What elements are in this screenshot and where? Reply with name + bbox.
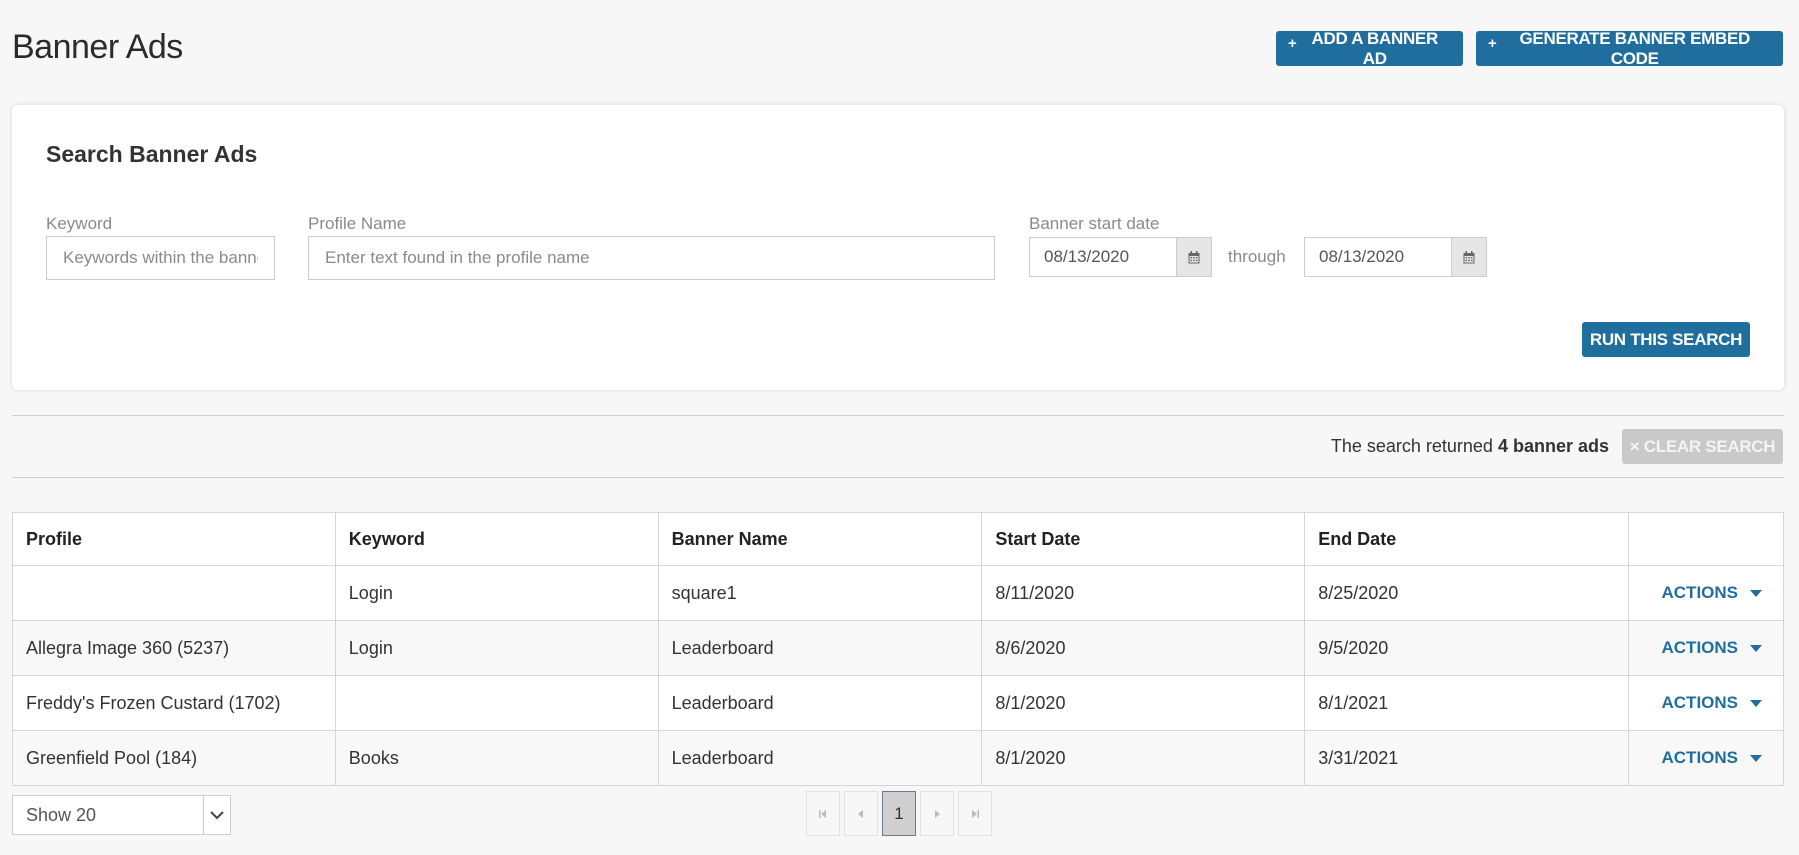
prev-page-button[interactable]	[844, 791, 878, 836]
first-page-button[interactable]	[806, 791, 840, 836]
next-page-icon	[935, 809, 940, 818]
date-to-group	[1304, 237, 1487, 277]
clear-search-button[interactable]: × CLEAR SEARCH	[1622, 429, 1783, 464]
actions-dropdown[interactable]: ACTIONS	[1642, 693, 1770, 713]
actions-label: ACTIONS	[1661, 693, 1739, 712]
keyword-input[interactable]	[46, 236, 275, 280]
divider	[12, 477, 1784, 478]
caret-down-icon	[1750, 754, 1762, 762]
keyword-label: Keyword	[46, 214, 113, 233]
divider	[12, 415, 1784, 416]
through-label: through	[1228, 247, 1286, 266]
start-date-label: Banner start date	[1029, 214, 1160, 233]
cell-banner-name: square1	[657, 565, 983, 621]
cell-start-date: 8/6/2020	[981, 620, 1306, 676]
date-from-group	[1029, 237, 1212, 277]
banner-ads-table: Profile Keyword Banner Name Start Date E…	[12, 512, 1785, 786]
column-header-banner-name[interactable]: Banner Name	[657, 512, 983, 566]
actions-label: ACTIONS	[1661, 583, 1739, 602]
table-header-row: Profile Keyword Banner Name Start Date E…	[12, 512, 1785, 566]
cell-end-date: 3/31/2021	[1304, 730, 1629, 786]
pagination: 1	[806, 791, 996, 836]
result-summary: The search returned 4 banner ads	[1331, 436, 1609, 457]
table-row: Freddy's Frozen Custard (1702) Leaderboa…	[12, 675, 1785, 731]
generate-embed-code-button[interactable]: + GENERATE BANNER EMBED CODE	[1476, 28, 1783, 68]
cell-keyword: Login	[334, 620, 659, 676]
result-count: 4 banner ads	[1497, 436, 1609, 456]
actions-dropdown[interactable]: ACTIONS	[1642, 748, 1770, 768]
cell-banner-name: Leaderboard	[657, 620, 983, 676]
generate-embed-code-label: GENERATE BANNER EMBED CODE	[1519, 28, 1751, 68]
column-header-profile[interactable]: Profile	[12, 512, 336, 566]
calendar-icon[interactable]	[1176, 237, 1212, 277]
cell-banner-name: Leaderboard	[657, 675, 983, 731]
search-card: Search Banner Ads Keyword Profile Name B…	[12, 105, 1784, 390]
calendar-icon[interactable]	[1451, 237, 1487, 277]
column-header-actions	[1627, 512, 1785, 566]
cell-end-date: 8/25/2020	[1304, 565, 1629, 621]
column-header-end-date[interactable]: End Date	[1304, 512, 1629, 566]
clear-search-label: CLEAR SEARCH	[1643, 436, 1776, 456]
cell-start-date: 8/1/2020	[981, 730, 1306, 786]
cell-start-date: 8/11/2020	[981, 565, 1306, 621]
cell-banner-name: Leaderboard	[657, 730, 983, 786]
cell-profile	[12, 565, 336, 621]
cell-keyword: Login	[334, 565, 659, 621]
page-size-select[interactable]: Show 20	[12, 795, 231, 835]
column-header-keyword[interactable]: Keyword	[334, 512, 659, 566]
column-header-start-date[interactable]: Start Date	[981, 512, 1306, 566]
cell-start-date: 8/1/2020	[981, 675, 1306, 731]
date-from-input[interactable]	[1029, 237, 1176, 277]
cell-profile: Allegra Image 360 (5237)	[12, 620, 336, 676]
cell-keyword: Books	[334, 730, 659, 786]
last-page-button[interactable]	[958, 791, 992, 836]
run-search-button[interactable]: RUN THIS SEARCH	[1582, 322, 1750, 357]
page-number-button[interactable]: 1	[882, 791, 916, 836]
caret-down-icon	[1750, 644, 1762, 652]
actions-label: ACTIONS	[1661, 638, 1739, 657]
caret-down-icon	[1750, 589, 1762, 597]
page-title: Banner Ads	[12, 28, 183, 66]
first-page-icon	[819, 809, 826, 818]
result-prefix: The search returned	[1330, 436, 1498, 456]
actions-dropdown[interactable]: ACTIONS	[1642, 638, 1770, 658]
cell-profile: Greenfield Pool (184)	[12, 730, 336, 786]
plus-icon: +	[1288, 35, 1297, 52]
cell-actions: ACTIONS	[1627, 620, 1785, 676]
last-page-icon	[972, 809, 979, 818]
cell-keyword	[334, 675, 659, 731]
date-to-input[interactable]	[1304, 237, 1451, 277]
cell-actions: ACTIONS	[1627, 565, 1785, 621]
add-banner-ad-button[interactable]: + ADD A BANNER AD	[1276, 28, 1463, 68]
actions-dropdown[interactable]: ACTIONS	[1642, 583, 1770, 603]
cell-actions: ACTIONS	[1627, 730, 1785, 786]
next-page-button[interactable]	[920, 791, 954, 836]
cell-end-date: 8/1/2021	[1304, 675, 1629, 731]
page-size-value: Show 20	[26, 804, 97, 825]
add-banner-ad-label: ADD A BANNER AD	[1311, 28, 1439, 68]
profile-name-input[interactable]	[308, 236, 995, 280]
search-card-title: Search Banner Ads	[46, 141, 258, 167]
cell-actions: ACTIONS	[1627, 675, 1785, 731]
prev-page-icon	[858, 809, 863, 818]
actions-label: ACTIONS	[1661, 748, 1739, 767]
cell-profile: Freddy's Frozen Custard (1702)	[12, 675, 336, 731]
cell-end-date: 9/5/2020	[1304, 620, 1629, 676]
caret-down-icon	[1750, 699, 1762, 707]
table-row: Allegra Image 360 (5237) Login Leaderboa…	[12, 620, 1785, 676]
close-icon: ×	[1629, 436, 1640, 456]
chevron-down-icon[interactable]	[203, 796, 230, 834]
table-row: Greenfield Pool (184) Books Leaderboard …	[12, 730, 1785, 786]
profile-name-label: Profile Name	[308, 214, 407, 233]
table-row: Login square1 8/11/2020 8/25/2020 ACTION…	[12, 565, 1785, 621]
plus-icon: +	[1488, 35, 1497, 52]
